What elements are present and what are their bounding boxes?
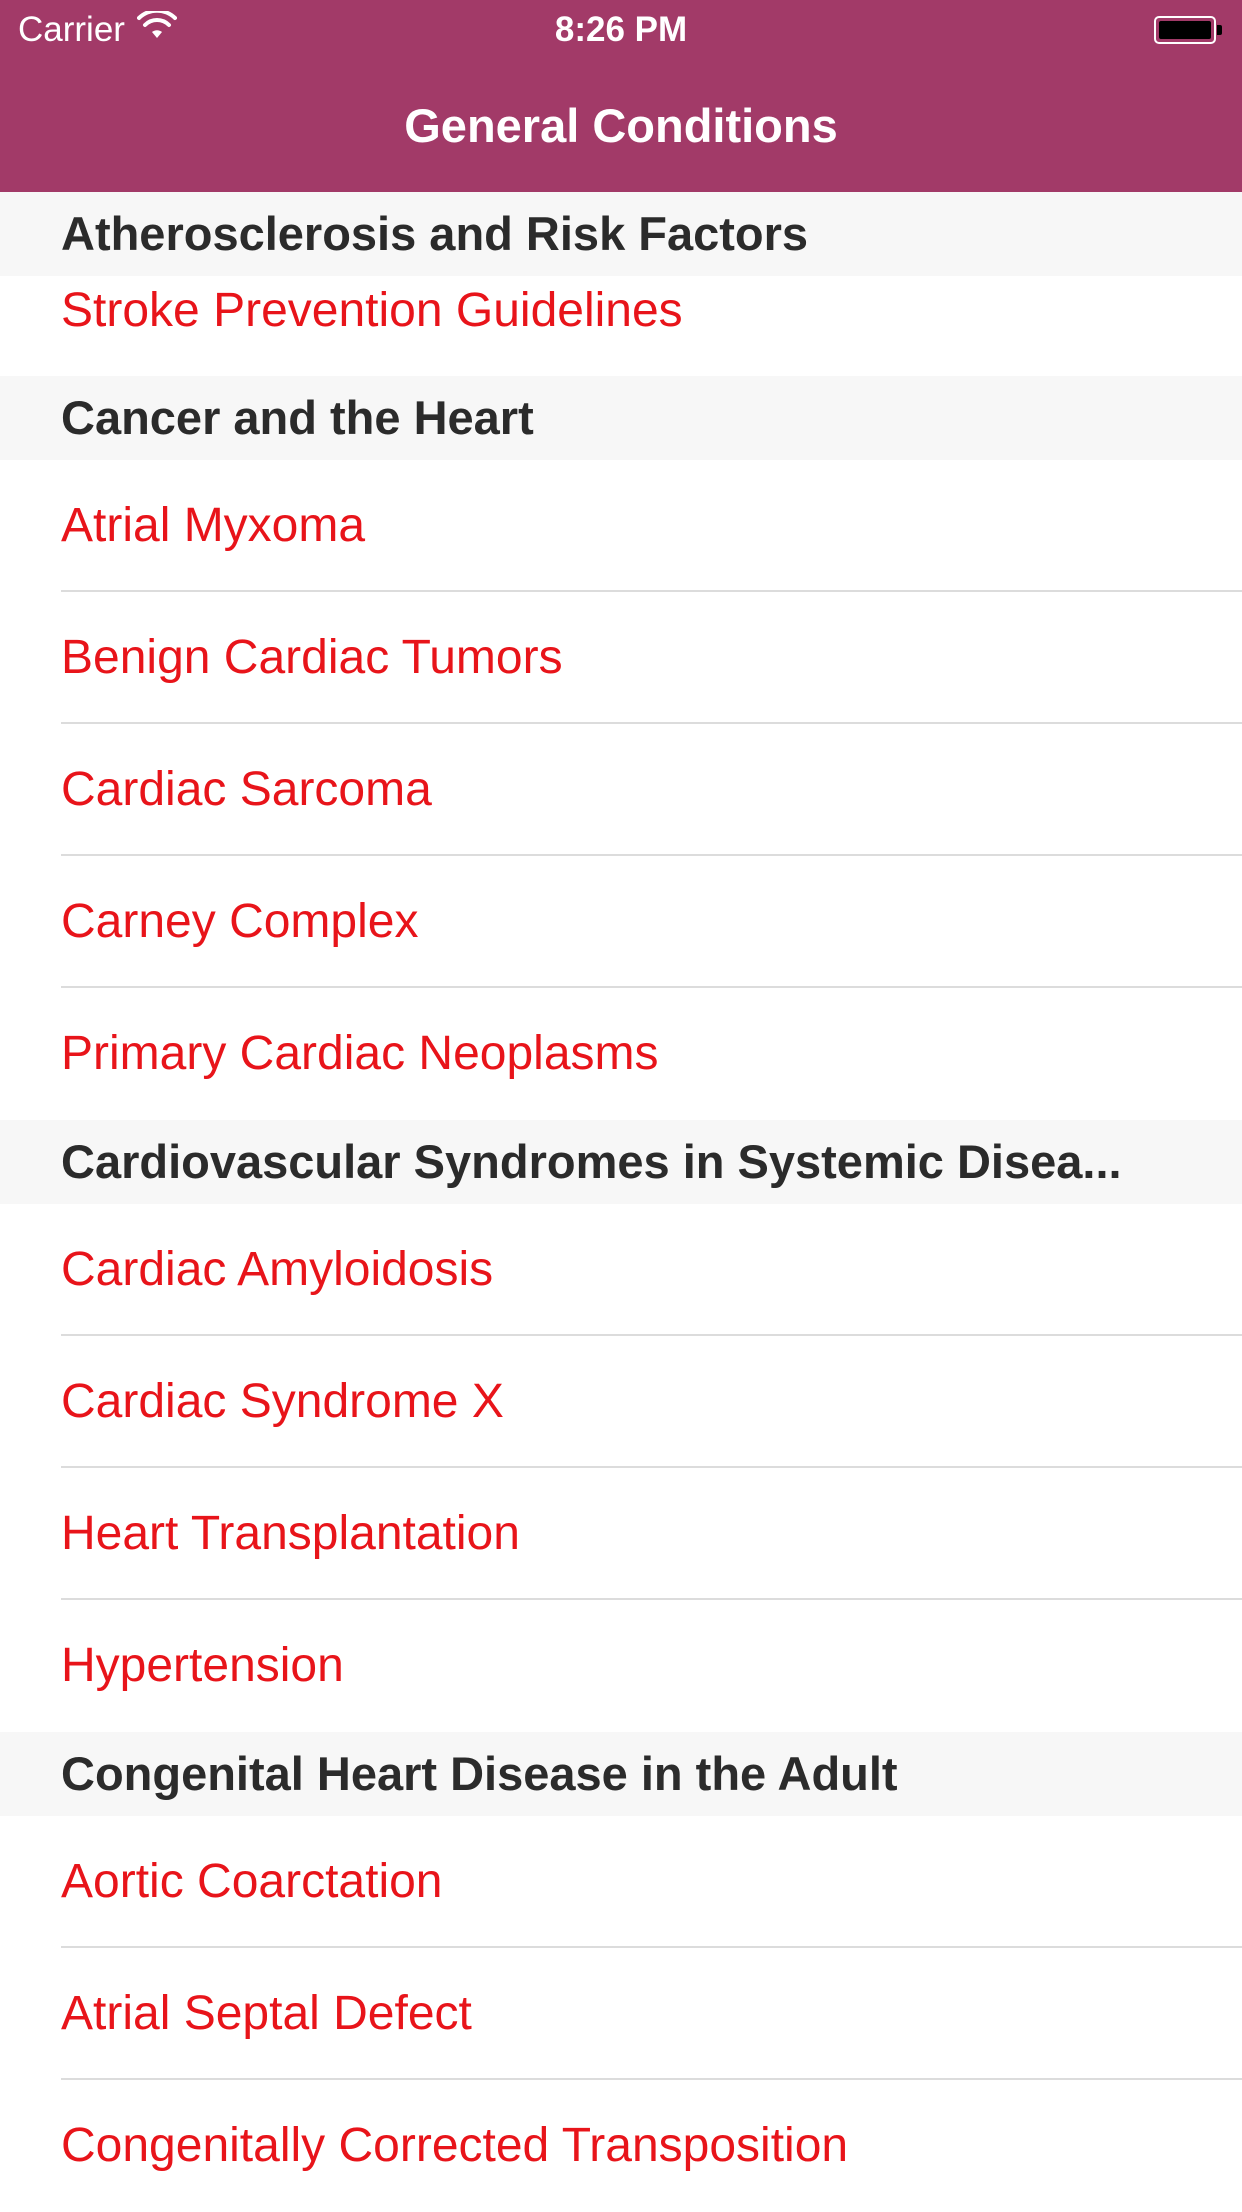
list-item-label: Congenitally Corrected Transposition xyxy=(61,2119,849,2172)
list-item[interactable]: Cardiac Syndrome X xyxy=(0,1336,1242,1468)
list-item-label: Benign Cardiac Tumors xyxy=(61,631,563,684)
list-item[interactable]: Benign Cardiac Tumors xyxy=(0,592,1242,724)
list-item[interactable]: Aortic Coarctation xyxy=(0,1816,1242,1948)
navigation-bar: Carrier 8:26 PM General Conditions xyxy=(0,0,1242,192)
list-item[interactable]: Atrial Myxoma xyxy=(0,460,1242,592)
list-item-label: Cardiac Amyloidosis xyxy=(61,1243,494,1296)
page-title: General Conditions xyxy=(404,99,838,152)
section-header: Congenital Heart Disease in the Adult xyxy=(0,1732,1242,1816)
list-item-label: Carney Complex xyxy=(61,895,419,948)
status-bar: Carrier 8:26 PM xyxy=(0,0,1242,60)
section-header: Cardiovascular Syndromes in Systemic Dis… xyxy=(0,1120,1242,1204)
status-time: 8:26 PM xyxy=(554,10,688,49)
list-item[interactable]: Heart Transplantation xyxy=(0,1468,1242,1600)
list-item-label: Atrial Septal Defect xyxy=(61,1987,472,2040)
list-item[interactable]: Primary Cardiac Neoplasms xyxy=(0,988,1242,1120)
list-item[interactable]: Stroke Prevention Guidelines xyxy=(0,276,1242,376)
section-header: Atherosclerosis and Risk Factors xyxy=(0,192,1242,276)
battery-icon xyxy=(1154,16,1222,44)
list-item-label: Cardiac Sarcoma xyxy=(61,763,432,816)
list-item[interactable]: Atrial Septal Defect xyxy=(0,1948,1242,2080)
list-item[interactable]: Cardiac Sarcoma xyxy=(0,724,1242,856)
conditions-list: Atherosclerosis and Risk Factors Stroke … xyxy=(0,192,1242,2212)
list-item-label: Primary Cardiac Neoplasms xyxy=(61,1027,659,1080)
list-item-label: Cardiac Syndrome X xyxy=(61,1375,504,1428)
list-item[interactable]: Carney Complex xyxy=(0,856,1242,988)
list-item[interactable]: Congenitally Corrected Transposition xyxy=(0,2080,1242,2212)
list-item-label: Hypertension xyxy=(61,1639,344,1692)
list-item[interactable]: Cardiac Amyloidosis xyxy=(0,1204,1242,1336)
section-header: Cancer and the Heart xyxy=(0,376,1242,460)
list-item-label: Heart Transplantation xyxy=(61,1507,520,1560)
list-item-label: Atrial Myxoma xyxy=(61,499,366,552)
list-item[interactable]: Hypertension xyxy=(0,1600,1242,1732)
list-item-label: Stroke Prevention Guidelines xyxy=(61,284,683,337)
list-item-label: Aortic Coarctation xyxy=(61,1855,443,1908)
